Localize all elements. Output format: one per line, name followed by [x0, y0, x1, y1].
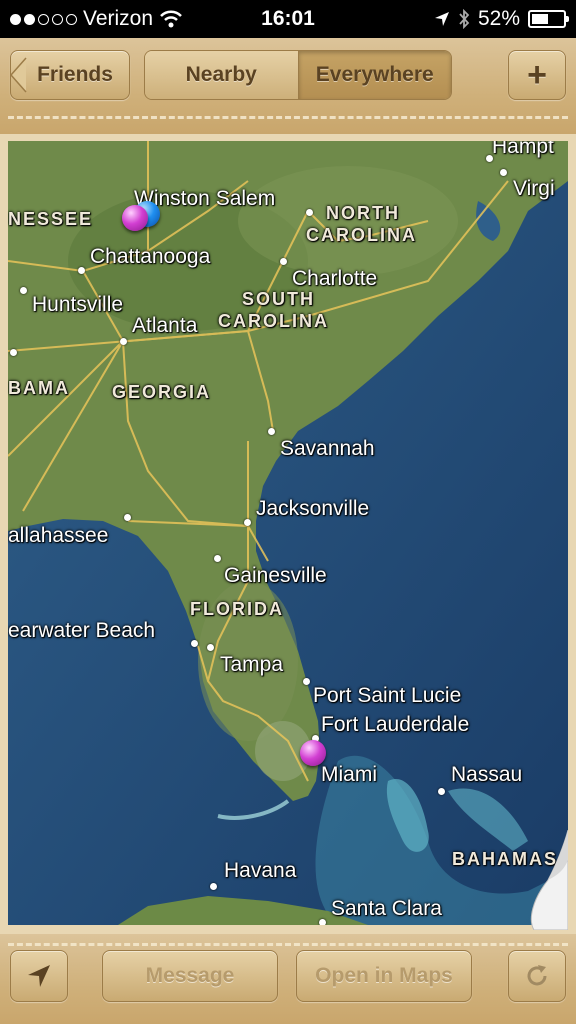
stitching-divider-bottom — [8, 943, 568, 946]
city-marker-clearwater — [191, 640, 198, 647]
status-right: 52% — [434, 7, 569, 31]
city-label-atlanta: Atlanta — [132, 314, 198, 337]
status-bar: Verizon 16:01 52% — [0, 0, 576, 38]
battery-percent: 52% — [477, 7, 520, 30]
map-view[interactable]: Hampt Virgi Winston Salem Chattanooga Ch… — [8, 141, 568, 925]
region-label-florida: FLORIDA — [190, 599, 284, 619]
city-label-port-saint-lucie: Port Saint Lucie — [313, 684, 462, 707]
city-label-tampa: Tampa — [220, 653, 284, 676]
city-marker-virginia — [500, 169, 507, 176]
location-arrow-icon — [434, 12, 449, 26]
segment-everywhere[interactable]: Everywhere — [297, 51, 451, 99]
city-label-clearwater-beach: earwater Beach — [8, 619, 156, 642]
city-marker-jacksonville — [244, 519, 251, 526]
region-label-carolina-north: CAROLINA — [306, 225, 417, 245]
city-label-havana: Havana — [224, 859, 297, 882]
current-location-button[interactable] — [10, 950, 68, 1002]
bottom-toolbar — [0, 934, 576, 1024]
city-marker-west — [10, 349, 17, 356]
city-label-chattanooga: Chattanooga — [90, 245, 211, 268]
back-arrow-shape — [9, 57, 27, 93]
city-marker-psl — [303, 678, 310, 685]
region-label-north: NORTH — [326, 203, 400, 223]
city-label-virgi: Virgi — [513, 177, 555, 200]
city-label-nassau: Nassau — [451, 763, 523, 786]
city-marker-santa-clara — [319, 919, 326, 925]
region-label-tennessee: NESSEE — [8, 209, 94, 229]
region-label-carolina-south: CAROLINA — [218, 311, 329, 331]
region-label-south: SOUTH — [242, 289, 315, 309]
city-marker-savannah — [268, 428, 275, 435]
city-label-savannah: Savannah — [280, 437, 375, 460]
region-label-georgia: GEORGIA — [112, 382, 212, 402]
city-marker-chattanooga — [78, 267, 85, 274]
region-label-alabama: BAMA — [8, 378, 70, 398]
city-label-tallahassee: allahassee — [8, 524, 109, 547]
friend-location-pin-purple-miami[interactable] — [300, 740, 326, 766]
city-marker-tampa — [207, 644, 214, 651]
bluetooth-icon — [459, 9, 470, 29]
city-marker-winston — [306, 209, 313, 216]
city-label-hampt: Hampt — [492, 141, 554, 158]
city-marker-gainesville — [214, 555, 221, 562]
city-label-huntsville: Huntsville — [32, 293, 124, 316]
stitching-divider — [8, 116, 568, 119]
refresh-button[interactable] — [508, 950, 566, 1002]
open-in-maps-button[interactable]: Open in Maps — [296, 950, 472, 1002]
city-marker-charlotte — [280, 258, 287, 265]
city-label-gainesville: Gainesville — [224, 564, 327, 587]
city-label-miami: Miami — [321, 763, 377, 786]
city-label-charlotte: Charlotte — [292, 267, 378, 290]
city-marker-atlanta — [120, 338, 127, 345]
location-arrow-icon — [28, 965, 50, 987]
battery-icon — [528, 10, 569, 28]
friends-back-button[interactable]: Friends — [9, 50, 130, 100]
page-curl-icon[interactable] — [518, 830, 568, 930]
scope-segmented-control[interactable]: Nearby Everywhere — [144, 50, 452, 100]
city-marker-tallahassee — [124, 514, 131, 521]
city-marker-nassau — [438, 788, 445, 795]
city-label-santa-clara: Santa Clara — [331, 897, 442, 920]
add-friend-button[interactable]: + — [508, 50, 566, 100]
segment-nearby[interactable]: Nearby — [145, 51, 298, 99]
refresh-icon — [527, 965, 547, 986]
city-label-jacksonville: Jacksonville — [256, 497, 370, 520]
message-button[interactable]: Message — [102, 950, 278, 1002]
friend-location-pin-purple-north[interactable] — [122, 205, 148, 231]
city-marker-huntsville — [20, 287, 27, 294]
city-label-fort-lauderdale: Fort Lauderdale — [321, 713, 470, 736]
city-marker-havana — [210, 883, 217, 890]
friends-back-label: Friends — [37, 63, 113, 86]
